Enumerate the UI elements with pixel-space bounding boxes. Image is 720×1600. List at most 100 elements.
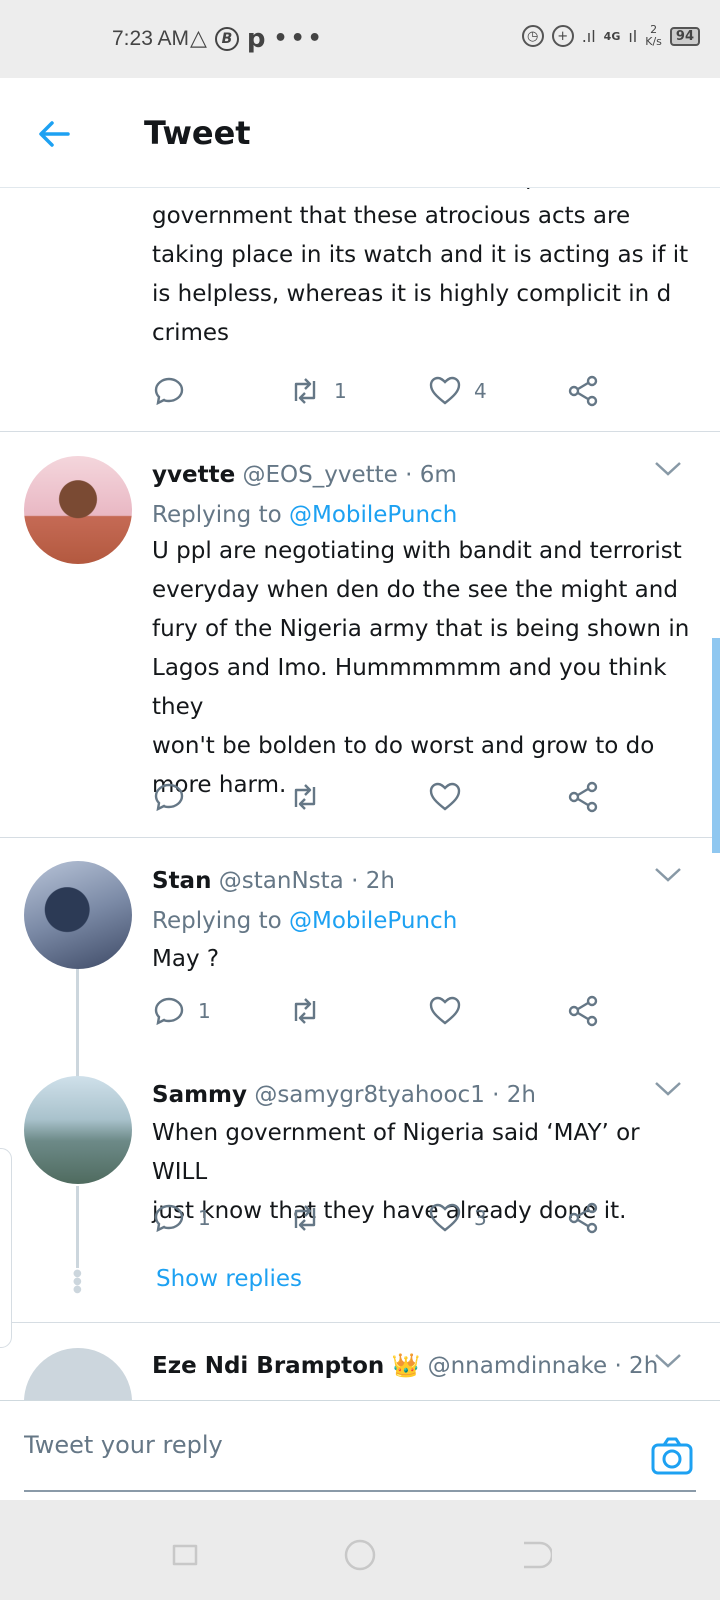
like-button[interactable]: 4 [428,374,487,408]
retweet-button[interactable] [288,780,334,814]
camera-icon[interactable] [650,1435,694,1479]
app-header: Tweet [0,78,720,188]
retweet-icon [294,1205,316,1231]
tweet-actions [152,780,632,820]
tweet-text: terrorists not bandits.., it is a slap o… [152,188,689,346]
author-handle[interactable]: @nnamdinnake [428,1353,608,1379]
tweet-time: · 2h [614,1353,659,1379]
tweet-time: · 6m [405,462,457,488]
tweet-actions: 1 3 [152,1201,632,1241]
tweet-time: · 2h [492,1082,536,1108]
tweet-author-line: Sammy @samygr8tyahooc1 · 2h [152,1082,536,1108]
share-button[interactable] [566,374,600,408]
signal-icon: .ıl [581,26,596,46]
edge-panel-handle[interactable] [0,1148,12,1348]
network-speed: 2 K/s [645,23,662,48]
author-handle[interactable]: @EOS_yvette [243,462,398,488]
more-dots-icon: ••• [273,26,325,51]
tweet-time: · 2h [351,868,395,894]
chevron-down-icon[interactable] [654,866,682,884]
author-name[interactable]: Stan [152,868,211,894]
tweet-text: U ppl are negotiating with bandit and te… [152,538,690,798]
reply-icon [154,1204,184,1233]
reply-icon [154,783,184,812]
mention-link[interactable]: @MobilePunch [289,502,457,528]
tweet-actions: 1 [152,994,632,1034]
reply-input[interactable] [24,1425,624,1465]
heart-icon [429,782,461,811]
reply-icon [154,997,184,1026]
alarm-icon: ◷ [521,25,544,47]
chevron-down-icon[interactable] [654,1080,682,1098]
show-replies-link[interactable]: Show replies [156,1266,302,1292]
author-handle[interactable]: @samygr8tyahooc1 [254,1082,485,1108]
share-button[interactable] [566,1201,600,1235]
tweet-replies-list[interactable]: terrorists not bandits.., it is a slap o… [0,188,720,1400]
status-notification-icons: △ B p ••• [190,26,325,52]
thread-line [76,969,79,1077]
warning-triangle-icon: △ [190,26,207,51]
chevron-down-icon[interactable] [654,1352,682,1370]
avatar[interactable] [24,861,132,969]
status-bar: 7:23 AM △ B p ••• ◷ + .ıl 4G ıl 2 K/s 94 [0,0,720,78]
divider [0,837,720,838]
data-saver-icon: + [551,25,574,47]
thread-more-dots: ● ● ● [73,1268,82,1295]
heart-icon [429,376,461,405]
replying-to: Replying to @MobilePunch [152,908,458,934]
heart-icon [429,996,461,1025]
tweet-author-line: yvette @EOS_yvette · 6m [152,462,457,488]
recents-icon[interactable] [168,1538,202,1572]
like-button[interactable] [428,780,474,814]
retweet-button[interactable] [288,994,334,1028]
reply-button[interactable]: 1 [152,1201,211,1235]
reply-button[interactable] [152,780,198,814]
back-arrow-icon[interactable] [34,114,74,154]
share-icon [568,781,598,813]
mention-link[interactable]: @MobilePunch [289,908,457,934]
author-name[interactable]: Sammy [152,1082,247,1108]
signal-icon-2: ıl [628,26,638,46]
retweet-icon [294,998,316,1024]
reply-input-underline [24,1490,696,1492]
share-icon [568,375,598,407]
divider [0,431,720,432]
divider [0,1322,720,1323]
network-type: 4G [603,29,621,43]
scrollbar[interactable] [712,638,720,853]
tweet-text: May ? [152,946,220,972]
tweet-actions: 1 4 [152,374,632,414]
share-icon [568,1202,598,1234]
reply-button[interactable] [152,374,198,408]
chevron-down-icon[interactable] [654,460,682,478]
share-icon [568,995,598,1027]
b-circle-icon: B [214,26,239,51]
replying-to: Replying to @MobilePunch [152,502,458,528]
avatar[interactable] [24,1076,132,1184]
heart-icon [429,1203,461,1232]
avatar[interactable] [24,1348,132,1400]
home-icon[interactable] [343,1538,377,1572]
system-nav-bar [0,1500,720,1600]
share-button[interactable] [566,994,600,1028]
status-time: 7:23 AM [112,27,190,50]
reply-button[interactable]: 1 [152,994,211,1028]
author-handle[interactable]: @stanNsta [219,868,344,894]
retweet-button[interactable]: 1 [288,374,347,408]
crown-emoji: 👑 [391,1353,421,1379]
tweet-author-line: Eze Ndi Brampton 👑 @nnamdinnake · 2h [152,1352,658,1379]
status-system-icons: ◷ + .ıl 4G ıl 2 K/s 94 [521,23,700,48]
page-title: Tweet [144,114,251,152]
retweet-icon [294,378,316,404]
author-name[interactable]: yvette [152,462,235,488]
share-button[interactable] [566,780,600,814]
like-button[interactable] [428,994,474,1028]
reply-icon [154,377,184,406]
retweet-button[interactable] [288,1201,334,1235]
reply-composer [0,1400,720,1500]
author-name[interactable]: Eze Ndi Brampton [152,1353,384,1379]
thread-line [76,1186,79,1268]
avatar[interactable] [24,456,132,564]
like-button[interactable]: 3 [428,1201,487,1235]
back-nav-icon[interactable] [518,1538,552,1572]
